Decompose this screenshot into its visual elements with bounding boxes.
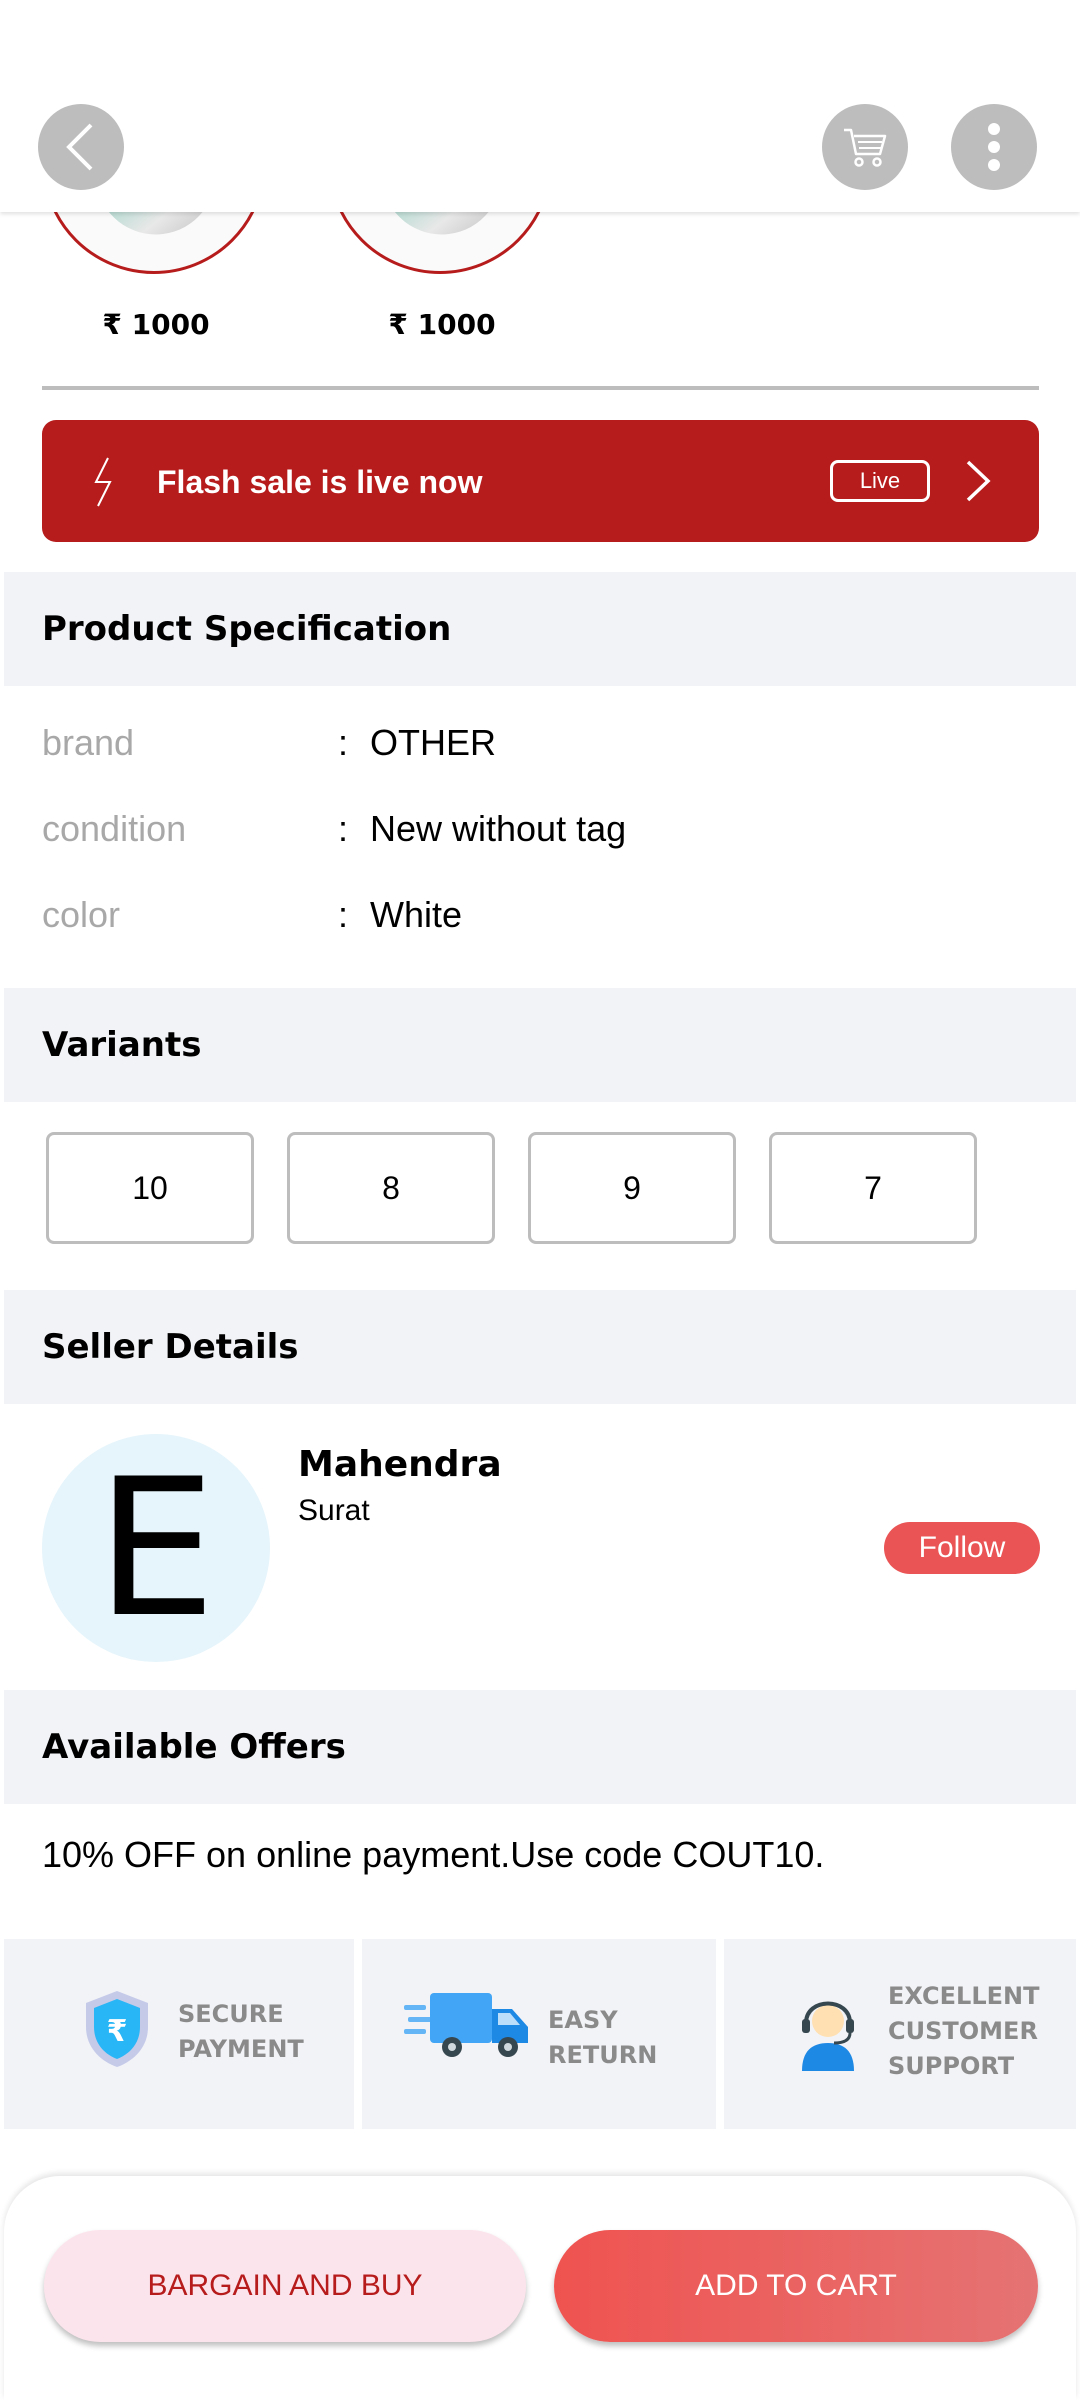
feature-label-line: EXCELLENT: [888, 1982, 1040, 2010]
similar-product-image[interactable]: [42, 212, 266, 274]
svg-text:₹: ₹: [107, 2014, 128, 2049]
spec-value: OTHER: [370, 722, 496, 763]
feature-label: EXCELLENT CUSTOMER SUPPORT: [888, 1979, 1040, 2084]
trust-features: ₹ SECURE PAYMENT EASY RETURN EXCELLENT C…: [0, 1939, 1080, 2131]
product-details-content[interactable]: ₹ 1000 ₹ 1000 Flash sale is live now Liv…: [0, 212, 1080, 2400]
variant-option[interactable]: 10: [46, 1132, 254, 1244]
feature-label-line: CUSTOMER: [888, 2017, 1038, 2045]
bargain-and-buy-button[interactable]: BARGAIN AND BUY: [44, 2230, 526, 2342]
section-title-offers: Available Offers: [4, 1690, 1076, 1804]
customer-support-icon: [802, 2001, 854, 2071]
feature-label: EASY RETURN: [548, 2003, 657, 2073]
spec-colon: :: [338, 722, 349, 763]
feature-label-line: SUPPORT: [888, 2052, 1015, 2080]
back-button[interactable]: [38, 104, 124, 190]
spec-value: New without tag: [370, 808, 627, 849]
chevron-right-icon: [966, 460, 991, 502]
section-title-seller: Seller Details: [4, 1290, 1076, 1404]
add-to-cart-button[interactable]: ADD TO CART: [554, 2230, 1038, 2342]
feature-customer-support: EXCELLENT CUSTOMER SUPPORT: [724, 1939, 1076, 2129]
variant-option[interactable]: 9: [528, 1132, 736, 1244]
variant-option[interactable]: 8: [287, 1132, 495, 1244]
feature-label-line: SECURE: [178, 2000, 284, 2028]
spec-label: color: [42, 894, 121, 935]
spec-colon: :: [338, 808, 349, 849]
cart-icon: [844, 128, 887, 167]
spec-label: condition: [42, 808, 187, 849]
section-title-specification: Product Specification: [4, 572, 1076, 686]
feature-label: SECURE PAYMENT: [178, 1997, 304, 2067]
feature-label-line: PAYMENT: [178, 2035, 304, 2063]
secure-payment-shield-icon: ₹: [86, 1991, 148, 2067]
flash-sale-banner[interactable]: Flash sale is live now Live: [42, 420, 1039, 542]
divider: [42, 386, 1039, 390]
section-title-variants: Variants: [4, 988, 1076, 1102]
feature-label-line: EASY: [548, 2006, 618, 2034]
follow-button[interactable]: Follow: [884, 1522, 1040, 1574]
app-bar: [0, 0, 1080, 212]
feature-easy-return: EASY RETURN: [362, 1939, 716, 2129]
spec-colon: :: [338, 894, 349, 935]
more-options-button[interactable]: [951, 104, 1037, 190]
more-vertical-icon: [988, 123, 1000, 171]
similar-product-image[interactable]: [328, 212, 552, 274]
similar-product-price: ₹ 1000: [388, 308, 496, 341]
variant-option[interactable]: 7: [769, 1132, 977, 1244]
seller-name[interactable]: Mahendra: [298, 1444, 502, 1485]
live-badge: Live: [830, 460, 930, 502]
feature-secure-payment: ₹ SECURE PAYMENT: [4, 1939, 354, 2129]
similar-product-price: ₹ 1000: [102, 308, 210, 341]
seller-avatar[interactable]: E: [42, 1434, 270, 1662]
feature-label-line: RETURN: [548, 2041, 658, 2069]
flash-bolt-icon: [94, 457, 112, 507]
flash-sale-text: Flash sale is live now: [157, 464, 483, 500]
delivery-truck-icon: [404, 1993, 528, 2057]
bottom-action-bar: BARGAIN AND BUY ADD TO CART: [4, 2176, 1076, 2400]
spec-label: brand: [42, 722, 135, 763]
offer-text: 10% OFF on online payment.Use code COUT1…: [42, 1834, 825, 1875]
chevron-left-icon: [66, 123, 93, 171]
cart-button[interactable]: [822, 104, 908, 190]
spec-value: White: [370, 894, 463, 935]
seller-location: Surat: [298, 1494, 370, 1527]
